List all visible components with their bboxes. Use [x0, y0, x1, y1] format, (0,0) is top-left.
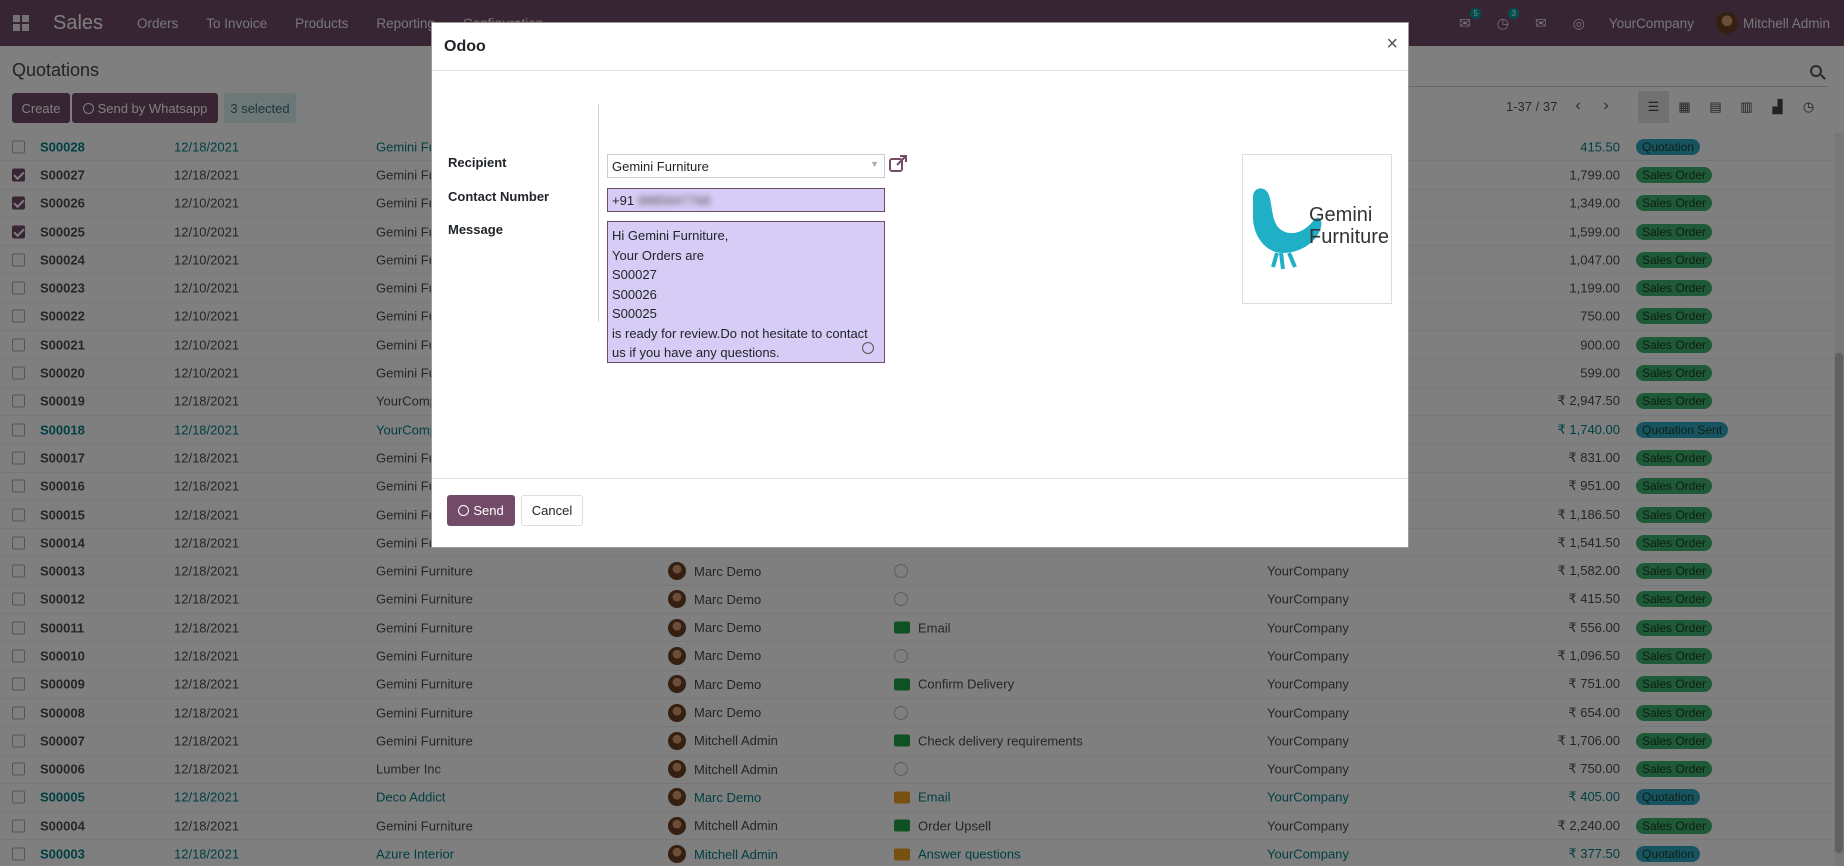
- contact-number-label: Contact Number: [448, 189, 550, 204]
- message-line: S00027: [612, 267, 657, 282]
- whatsapp-icon: [458, 505, 470, 516]
- partner-logo: Gemini Furniture: [1242, 154, 1392, 304]
- recipient-value: Gemini Furniture: [612, 159, 709, 174]
- emoji-icon[interactable]: [862, 342, 874, 354]
- dialog-footer: Send Cancel: [432, 479, 1408, 547]
- contact-number-field[interactable]: +91 9985647768: [607, 188, 885, 212]
- dialog-header: Odoo ×: [432, 23, 1408, 71]
- field-divider: [598, 104, 599, 322]
- close-icon[interactable]: ×: [1386, 33, 1398, 56]
- chevron-down-icon[interactable]: ▼: [870, 159, 879, 169]
- whatsapp-dialog: Odoo × Recipient Contact Number Message …: [431, 22, 1409, 548]
- send-label: Send: [473, 503, 504, 518]
- chair-logo-icon: Gemini Furniture: [1253, 188, 1389, 270]
- logo-text-line2: Furniture: [1309, 226, 1389, 248]
- dialog-body: Recipient Contact Number Message Gemini …: [432, 71, 1408, 479]
- message-line: S00026: [612, 286, 657, 302]
- message-label: Message: [448, 222, 503, 237]
- message-line: is ready for review.Do not hesitate to c…: [612, 325, 868, 361]
- recipient-select[interactable]: Gemini Furniture ▼: [607, 154, 885, 178]
- message-line: S00025: [612, 306, 657, 321]
- contact-number-blurred: 9985647768: [638, 193, 711, 208]
- contact-prefix: +91: [612, 193, 635, 208]
- send-button[interactable]: Send: [447, 495, 515, 526]
- message-line: Your Orders are: [612, 247, 705, 263]
- recipient-label: Recipient: [448, 155, 507, 170]
- message-textarea[interactable]: Hi Gemini Furniture, Your Orders are S00…: [607, 221, 885, 363]
- dialog-title: Odoo: [444, 38, 486, 55]
- external-link-icon[interactable]: [888, 154, 908, 174]
- message-line: Hi Gemini Furniture,: [612, 228, 729, 243]
- cancel-button[interactable]: Cancel: [521, 495, 583, 526]
- logo-text-line1: Gemini: [1309, 204, 1372, 226]
